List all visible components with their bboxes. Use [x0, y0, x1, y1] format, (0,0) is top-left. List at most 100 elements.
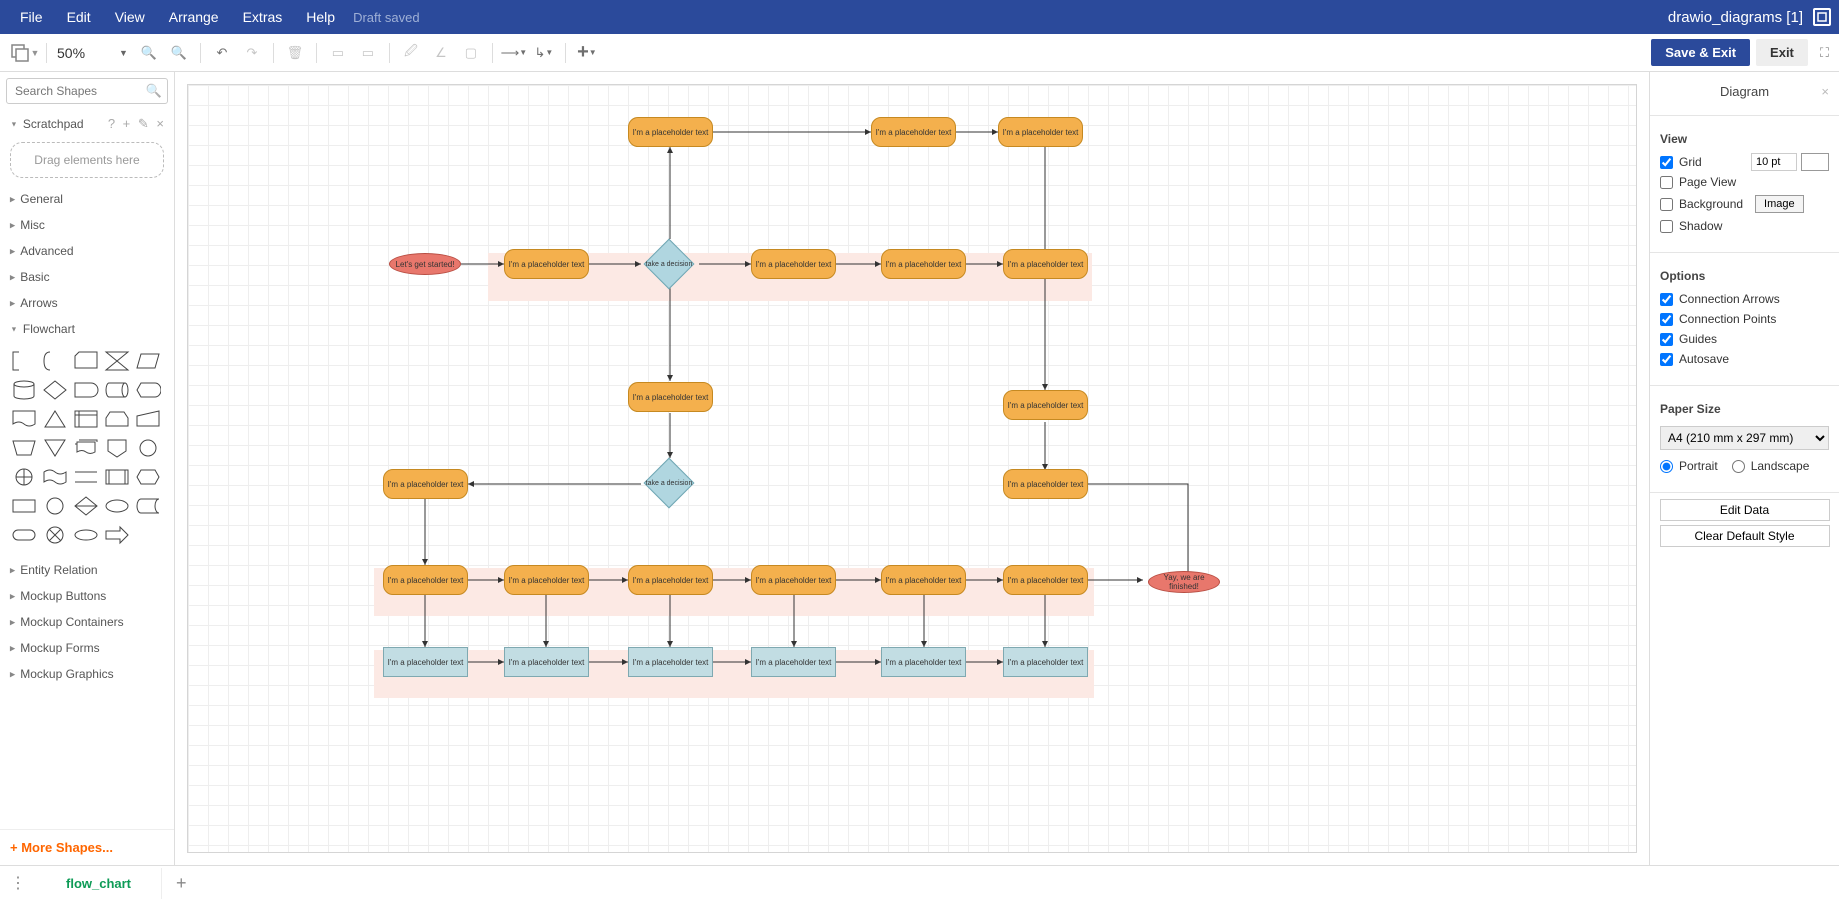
cat-arrows[interactable]: Arrows: [0, 290, 174, 316]
node-process[interactable]: I'm a placeholder text: [383, 565, 468, 595]
view-mode-icon[interactable]: ▼: [10, 38, 40, 68]
cat-misc[interactable]: Misc: [0, 212, 174, 238]
menu-extras[interactable]: Extras: [231, 3, 295, 31]
cat-general[interactable]: General: [0, 186, 174, 212]
cat-mockup-forms[interactable]: Mockup Forms: [0, 635, 174, 661]
shape-annotation[interactable]: [8, 346, 39, 375]
shape-decision[interactable]: [39, 375, 70, 404]
node-process[interactable]: I'm a placeholder text: [998, 117, 1083, 147]
canvas-grid[interactable]: I'm a placeholder text I'm a placeholder…: [187, 84, 1637, 853]
zoom-in-icon[interactable]: 🔍: [134, 38, 164, 68]
connection-icon[interactable]: ⟶▼: [499, 38, 529, 68]
fullscreen-icon[interactable]: ⛶: [1820, 45, 1829, 61]
menu-edit[interactable]: Edit: [55, 3, 103, 31]
shape-terminator[interactable]: [8, 520, 39, 549]
scratchpad-header[interactable]: Scratchpad ? + ✎ ×: [0, 110, 174, 138]
menu-view[interactable]: View: [103, 3, 157, 31]
edit-data-button[interactable]: Edit Data: [1660, 499, 1830, 521]
node-process[interactable]: I'm a placeholder text: [1003, 390, 1088, 420]
shape-delay[interactable]: [70, 375, 101, 404]
pages-icon[interactable]: [1813, 8, 1831, 26]
node-process[interactable]: I'm a placeholder text: [1003, 469, 1088, 499]
zoom-out-icon[interactable]: 🔍: [164, 38, 194, 68]
shape-tape[interactable]: [70, 520, 101, 549]
node-sub[interactable]: I'm a placeholder text: [1003, 647, 1088, 677]
node-process[interactable]: I'm a placeholder text: [628, 382, 713, 412]
shape-offpage[interactable]: [101, 433, 132, 462]
conn-arrows-checkbox[interactable]: Connection Arrows: [1660, 289, 1829, 309]
shape-paper-tape[interactable]: [39, 462, 70, 491]
cat-mockup-gfx[interactable]: Mockup Graphics: [0, 661, 174, 687]
shape-annotation2[interactable]: [39, 346, 70, 375]
node-sub[interactable]: I'm a placeholder text: [383, 647, 468, 677]
shape-display[interactable]: [132, 375, 163, 404]
exit-button[interactable]: Exit: [1756, 39, 1808, 66]
shape-extract[interactable]: [39, 404, 70, 433]
shape-sort2[interactable]: [70, 491, 101, 520]
shape-collate[interactable]: [101, 346, 132, 375]
cat-mockup-cont[interactable]: Mockup Containers: [0, 609, 174, 635]
waypoints-icon[interactable]: ↳▼: [529, 38, 559, 68]
search-icon[interactable]: 🔍: [146, 83, 162, 99]
landscape-radio[interactable]: Landscape: [1732, 456, 1810, 476]
node-process[interactable]: I'm a placeholder text: [751, 565, 836, 595]
tab-menu-icon[interactable]: ⋮: [0, 873, 36, 893]
node-decision[interactable]: take a decision: [644, 458, 694, 508]
cat-flowchart[interactable]: Flowchart: [0, 316, 174, 342]
shape-stored[interactable]: [132, 491, 163, 520]
zoom-value[interactable]: 50%: [53, 43, 113, 63]
node-process[interactable]: I'm a placeholder text: [504, 565, 589, 595]
tab-active[interactable]: flow_chart: [36, 868, 162, 899]
grid-color-swatch[interactable]: [1801, 153, 1829, 171]
cat-basic[interactable]: Basic: [0, 264, 174, 290]
shape-database[interactable]: [8, 375, 39, 404]
shape-document[interactable]: [8, 404, 39, 433]
autosave-checkbox[interactable]: Autosave: [1660, 349, 1829, 369]
shape-merge[interactable]: [39, 433, 70, 462]
node-process[interactable]: I'm a placeholder text: [383, 469, 468, 499]
shape-or[interactable]: [8, 462, 39, 491]
shape-parallel[interactable]: [70, 462, 101, 491]
paper-size-select[interactable]: A4 (210 mm x 297 mm): [1660, 426, 1829, 450]
cat-mockup-btn[interactable]: Mockup Buttons: [0, 583, 174, 609]
node-sub[interactable]: I'm a placeholder text: [881, 647, 966, 677]
clear-style-button[interactable]: Clear Default Style: [1660, 525, 1830, 547]
shape-internal-storage[interactable]: [70, 404, 101, 433]
shape-transfer[interactable]: [101, 520, 132, 549]
scratchpad-tools[interactable]: ? + ✎ ×: [108, 116, 166, 132]
shape-start[interactable]: [101, 491, 132, 520]
shape-connector[interactable]: [132, 433, 163, 462]
shape-process[interactable]: [8, 491, 39, 520]
shape-preparation[interactable]: [132, 462, 163, 491]
shape-card[interactable]: [70, 346, 101, 375]
shape-sum[interactable]: [39, 520, 70, 549]
node-process[interactable]: I'm a placeholder text: [1003, 249, 1088, 279]
node-process[interactable]: I'm a placeholder text: [881, 249, 966, 279]
cat-advanced[interactable]: Advanced: [0, 238, 174, 264]
shape-loop-limit[interactable]: [101, 404, 132, 433]
redo-icon[interactable]: ↷: [237, 38, 267, 68]
insert-icon[interactable]: +▼: [572, 38, 602, 68]
undo-icon[interactable]: ↶: [207, 38, 237, 68]
menu-file[interactable]: File: [8, 3, 55, 31]
shape-manual-input[interactable]: [132, 404, 163, 433]
node-process[interactable]: I'm a placeholder text: [751, 249, 836, 279]
shape-direct-data[interactable]: [101, 375, 132, 404]
node-sub[interactable]: I'm a placeholder text: [504, 647, 589, 677]
node-start[interactable]: Let's get started!: [389, 253, 461, 275]
node-process[interactable]: I'm a placeholder text: [628, 565, 713, 595]
menu-arrange[interactable]: Arrange: [157, 3, 231, 31]
image-button[interactable]: Image: [1755, 195, 1804, 213]
search-input[interactable]: [6, 78, 168, 104]
node-process[interactable]: I'm a placeholder text: [871, 117, 956, 147]
zoom-control[interactable]: 50%▼: [53, 43, 128, 63]
add-tab-icon[interactable]: +: [162, 865, 201, 902]
shape-data[interactable]: [132, 346, 163, 375]
node-sub[interactable]: I'm a placeholder text: [751, 647, 836, 677]
node-process[interactable]: I'm a placeholder text: [628, 117, 713, 147]
grid-size-input[interactable]: [1751, 153, 1797, 171]
shape-multi-doc[interactable]: [70, 433, 101, 462]
portrait-radio[interactable]: Portrait: [1660, 456, 1718, 476]
node-process[interactable]: I'm a placeholder text: [881, 565, 966, 595]
node-decision[interactable]: take a decision: [644, 239, 694, 289]
